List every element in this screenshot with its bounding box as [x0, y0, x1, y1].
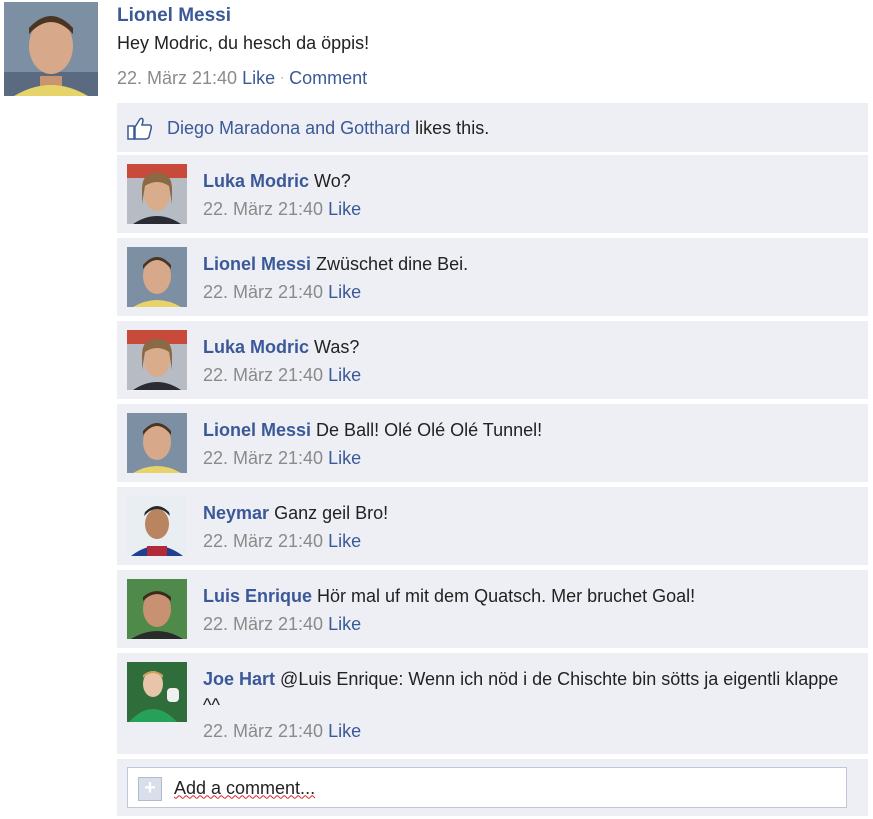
comment-item: Luis Enrique Hör mal uf mit dem Quatsch.…	[117, 570, 868, 648]
commenter-name[interactable]: Luka Modric	[203, 337, 309, 357]
comment-meta: 22. März 21:40 Like	[203, 282, 361, 303]
comment-text: Ganz geil Bro!	[274, 503, 389, 523]
comment-meta: 22. März 21:40 Like	[203, 721, 361, 742]
comment-item: Neymar Ganz geil Bro! 22. März 21:40 Lik…	[117, 487, 868, 565]
post-author-avatar[interactable]	[4, 2, 98, 96]
comment-item: Lionel Messi Zwüschet dine Bei. 22. März…	[117, 238, 868, 316]
comment-meta: 22. März 21:40 Like	[203, 199, 361, 220]
comment-body: Luis Enrique Hör mal uf mit dem Quatsch.…	[203, 583, 852, 609]
plus-icon: +	[138, 777, 162, 801]
comment-body: Lionel Messi De Ball! Olé Olé Olé Tunnel…	[203, 417, 852, 443]
comment-like-link[interactable]: Like	[328, 365, 361, 385]
post-author-name[interactable]: Lionel Messi	[117, 5, 231, 27]
comment-text: Wo?	[314, 171, 351, 191]
commenter-avatar[interactable]	[127, 247, 187, 307]
add-comment-input[interactable]	[172, 774, 776, 802]
comment-meta: 22. März 21:40 Like	[203, 448, 361, 469]
comment-meta: 22. März 21:40 Like	[203, 365, 361, 386]
comment-like-link[interactable]: Like	[328, 531, 361, 551]
meta-separator: ·	[280, 70, 285, 84]
commenter-avatar[interactable]	[127, 662, 187, 722]
comment-like-link[interactable]: Like	[328, 448, 361, 468]
add-comment-box[interactable]: +	[127, 767, 847, 808]
commenter-avatar[interactable]	[127, 579, 187, 639]
comment-timestamp[interactable]: 22. März 21:40	[203, 199, 323, 219]
comment-timestamp[interactable]: 22. März 21:40	[203, 614, 323, 634]
comment-text: Was?	[314, 337, 360, 357]
comment-like-link[interactable]: Like	[328, 614, 361, 634]
comment-item: Luka Modric Was? 22. März 21:40 Like	[117, 321, 868, 399]
post-text: Hey Modric, du hesch da öppis!	[117, 33, 370, 53]
add-comment-row: +	[117, 759, 868, 816]
comment-timestamp[interactable]: 22. März 21:40	[203, 365, 323, 385]
commenter-name[interactable]: Luis Enrique	[203, 586, 312, 606]
comment-item: Luka Modric Wo? 22. März 21:40 Like	[117, 155, 868, 233]
commenter-avatar[interactable]	[127, 164, 187, 224]
post-like-link[interactable]: Like	[242, 68, 275, 88]
commenter-avatar[interactable]	[127, 413, 187, 473]
likes-text: Diego Maradona and Gotthard likes this.	[167, 118, 489, 139]
comment-body: Luka Modric Wo?	[203, 168, 852, 194]
commenter-avatar[interactable]	[127, 330, 187, 390]
comment-body: Luka Modric Was?	[203, 334, 852, 360]
comment-text: Zwüschet dine Bei.	[316, 254, 469, 274]
comment-text: @Luis Enrique: Wenn ich nöd i de Chischt…	[203, 669, 839, 715]
comment-text: Hör mal uf mit dem Quatsch. Mer bruchet …	[317, 586, 696, 606]
comment-meta: 22. März 21:40 Like	[203, 531, 361, 552]
comment-timestamp[interactable]: 22. März 21:40	[203, 448, 323, 468]
comment-timestamp[interactable]: 22. März 21:40	[203, 721, 323, 741]
commenter-name[interactable]: Lionel Messi	[203, 254, 311, 274]
thumbs-up-icon	[127, 116, 153, 140]
comment-text: De Ball! Olé Olé Olé Tunnel!	[316, 420, 543, 440]
commenter-name[interactable]: Joe Hart	[203, 669, 275, 689]
commenter-avatar[interactable]	[127, 496, 187, 556]
likes-suffix: likes this.	[410, 118, 490, 138]
post-comment-link[interactable]: Comment	[289, 68, 367, 88]
comment-item: Joe Hart @Luis Enrique: Wenn ich nöd i d…	[117, 653, 868, 754]
post-meta: 22. März 21:40 Like · Comment	[117, 68, 367, 89]
comment-body: Lionel Messi Zwüschet dine Bei.	[203, 251, 852, 277]
comment-meta: 22. März 21:40 Like	[203, 614, 361, 635]
commenter-name[interactable]: Luka Modric	[203, 171, 309, 191]
comment-body: Joe Hart @Luis Enrique: Wenn ich nöd i d…	[203, 666, 852, 718]
comment-like-link[interactable]: Like	[328, 721, 361, 741]
comment-timestamp[interactable]: 22. März 21:40	[203, 282, 323, 302]
post-timestamp[interactable]: 22. März 21:40	[117, 68, 237, 88]
comment-timestamp[interactable]: 22. März 21:40	[203, 531, 323, 551]
likers-link[interactable]: Diego Maradona and Gotthard	[167, 118, 410, 138]
comment-like-link[interactable]: Like	[328, 282, 361, 302]
commenter-name[interactable]: Neymar	[203, 503, 269, 523]
commenter-name[interactable]: Lionel Messi	[203, 420, 311, 440]
comment-item: Lionel Messi De Ball! Olé Olé Olé Tunnel…	[117, 404, 868, 482]
likes-summary: Diego Maradona and Gotthard likes this.	[117, 103, 868, 152]
comment-like-link[interactable]: Like	[328, 199, 361, 219]
comment-body: Neymar Ganz geil Bro!	[203, 500, 852, 526]
